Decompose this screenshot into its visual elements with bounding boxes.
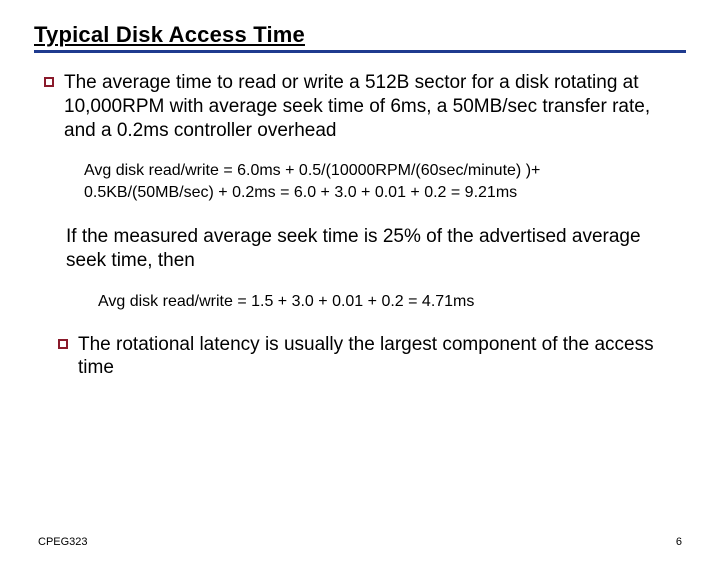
slide-title-bar: Typical Disk Access Time bbox=[34, 22, 686, 53]
slide-content: The average time to read or write a 512B… bbox=[0, 53, 720, 380]
footer-left: CPEG323 bbox=[38, 536, 88, 548]
bullet-item-1: The average time to read or write a 512B… bbox=[44, 71, 676, 142]
square-bullet-icon bbox=[44, 77, 54, 87]
paragraph-1: The average time to read or write a 512B… bbox=[64, 71, 676, 142]
bullet-item-2: The rotational latency is usually the la… bbox=[58, 333, 676, 381]
paragraph-2: If the measured average seek time is 25%… bbox=[66, 225, 676, 273]
calculation-block-1: Avg disk read/write = 6.0ms + 0.5/(10000… bbox=[84, 160, 676, 203]
paragraph-3: The rotational latency is usually the la… bbox=[78, 333, 676, 381]
footer-right: 6 bbox=[676, 536, 682, 548]
calc1-line2: 0.5KB/(50MB/sec) + 0.2ms = 6.0 + 3.0 + 0… bbox=[84, 182, 676, 204]
slide-footer: CPEG323 6 bbox=[38, 536, 682, 548]
calculation-block-2: Avg disk read/write = 1.5 + 3.0 + 0.01 +… bbox=[98, 291, 676, 313]
calc1-line1: Avg disk read/write = 6.0ms + 0.5/(10000… bbox=[84, 160, 676, 182]
square-bullet-icon bbox=[58, 339, 68, 349]
slide-title: Typical Disk Access Time bbox=[34, 22, 305, 47]
